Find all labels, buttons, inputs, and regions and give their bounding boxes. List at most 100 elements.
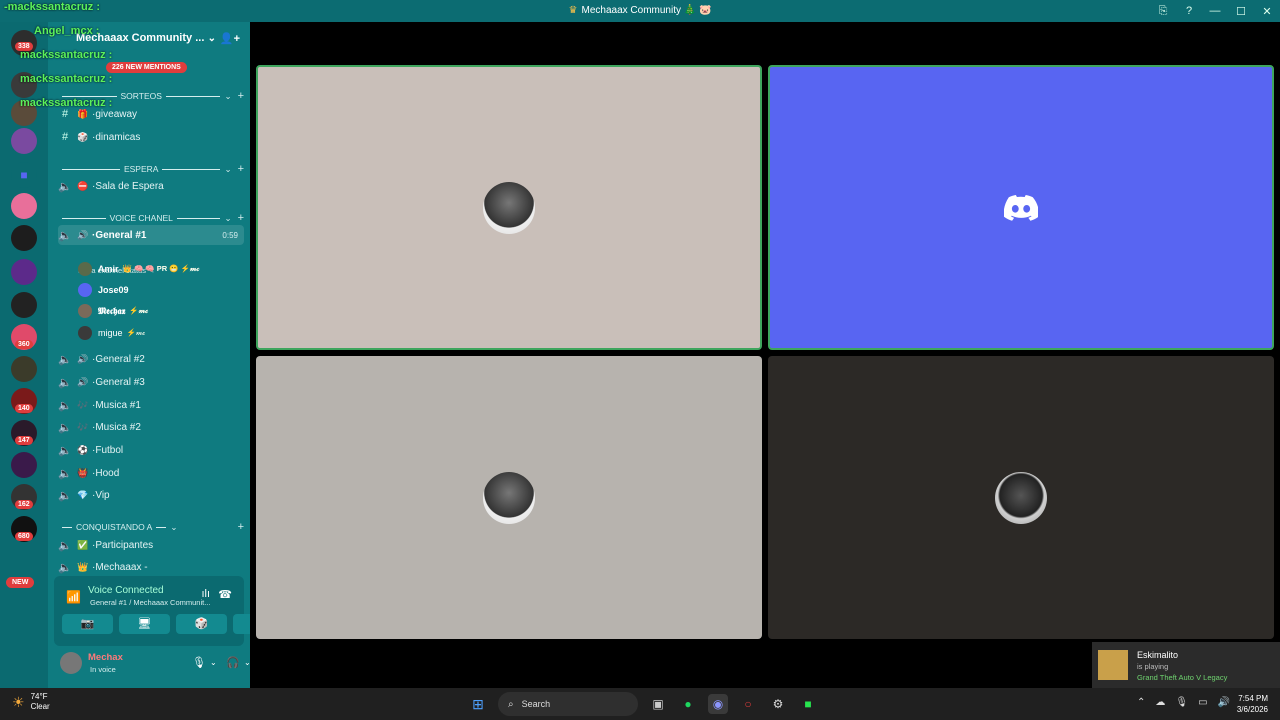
discord-icon[interactable]: ◉ bbox=[708, 694, 728, 714]
chevron-down-icon: ⌄ bbox=[170, 521, 178, 532]
window-title-text: Mechaaax Community bbox=[581, 5, 681, 16]
search-box[interactable]: ⌕ Search bbox=[498, 692, 638, 716]
folder-icon[interactable]: ■ bbox=[11, 162, 37, 188]
hash-icon: # bbox=[61, 108, 69, 120]
add-user-icon[interactable]: 👤+ bbox=[220, 32, 240, 45]
channel-vip[interactable]: 🔈 💎 · Vip bbox=[58, 485, 244, 505]
server-icon[interactable] bbox=[11, 452, 37, 478]
channel-label: Vip bbox=[95, 489, 110, 501]
channel-label: Hood bbox=[95, 467, 120, 479]
maximize-button[interactable]: ☐ bbox=[1228, 5, 1254, 18]
channel-general-1[interactable]: 🔈 🔊 · General #1 0:59 bbox=[58, 225, 244, 245]
category-label: VOICE CHANEL bbox=[109, 213, 173, 223]
channel-general-2[interactable]: 🔈 🔊 · General #2 bbox=[58, 349, 244, 369]
voice-channel-path[interactable]: General #1 / Mechaaax Communit... bbox=[90, 598, 210, 607]
speaker-icon: 🔈 bbox=[58, 561, 72, 574]
channel-sala-de-espera[interactable]: 🔈 ⛔ · Sala de Espera bbox=[58, 176, 244, 196]
camera-button[interactable]: 📷 bbox=[62, 614, 113, 634]
task-view-icon[interactable]: ▣ bbox=[648, 694, 668, 714]
minimize-button[interactable]: — bbox=[1202, 5, 1228, 17]
clock[interactable]: 7:54 PM 3/6/2026 bbox=[1237, 693, 1268, 715]
video-tile[interactable] bbox=[768, 356, 1274, 639]
category-espera[interactable]: ESPERA ⌄ + bbox=[58, 163, 244, 175]
member-name: Jose09 bbox=[98, 285, 129, 295]
video-tile[interactable] bbox=[768, 65, 1274, 350]
video-tile[interactable] bbox=[256, 65, 762, 350]
channel-label: General #2 bbox=[95, 353, 145, 365]
overlay-chat-line: mackssantacruz : bbox=[20, 73, 113, 85]
spotify-icon[interactable]: ● bbox=[678, 694, 698, 714]
add-channel-icon[interactable]: + bbox=[238, 521, 244, 533]
cloud-icon[interactable]: ☁ bbox=[1155, 697, 1165, 708]
kick-icon[interactable]: ■ bbox=[798, 694, 818, 714]
opera-icon[interactable]: ○ bbox=[738, 694, 758, 714]
voice-connected-label[interactable]: Voice Connected bbox=[88, 585, 164, 596]
steam-icon[interactable]: ⚙ bbox=[768, 694, 788, 714]
chevron-down-icon[interactable]: ⌄ bbox=[208, 33, 216, 44]
username[interactable]: Mechax bbox=[88, 652, 123, 663]
noise-suppression-icon[interactable]: ılı bbox=[201, 588, 210, 600]
speaker-icon: 🔈 bbox=[58, 376, 72, 389]
channel-participantes[interactable]: 🔈 ✅ · Participantes bbox=[58, 535, 244, 555]
new-mentions-pill[interactable]: 226 NEW MENTIONS bbox=[106, 62, 187, 73]
screen-share-button[interactable]: 🖥 bbox=[119, 614, 170, 634]
chevron-up-icon[interactable]: ⌃ bbox=[1137, 697, 1145, 708]
channel-futbol[interactable]: 🔈 ⚽ · Futbol bbox=[58, 440, 244, 460]
add-channel-icon[interactable]: + bbox=[238, 163, 244, 175]
chevron-down-icon[interactable]: ⌄ bbox=[210, 658, 217, 667]
network-icon[interactable]: ▭ bbox=[1198, 697, 1207, 708]
close-button[interactable]: ✕ bbox=[1254, 5, 1280, 18]
server-icon[interactable] bbox=[11, 193, 37, 219]
signal-icon[interactable]: 📶 bbox=[66, 590, 81, 604]
user-panel: Mechax In voice 🎙 ⌄ 🎧 ⌄ ⚙ bbox=[54, 648, 276, 684]
channel-label: General #3 bbox=[95, 376, 145, 388]
server-icon[interactable] bbox=[11, 292, 37, 318]
channel-musica-2[interactable]: 🔈 🎶 · Musica #2 bbox=[58, 417, 244, 437]
add-channel-icon[interactable]: + bbox=[238, 212, 244, 224]
activity-notification[interactable]: Eskimalito is playing Grand Theft Auto V… bbox=[1092, 642, 1280, 688]
channel-musica-1[interactable]: 🔈 🎶 · Musica #1 bbox=[58, 395, 244, 415]
channel-hood[interactable]: 🔈 👹 · Hood bbox=[58, 463, 244, 483]
window-controls: ⎘ ? — ☐ ✕ bbox=[1150, 0, 1280, 22]
disconnect-icon[interactable]: ☎ bbox=[218, 588, 232, 601]
voice-member[interactable]: migue ⚡𝓂𝒸 bbox=[78, 324, 145, 342]
server-icon[interactable] bbox=[11, 356, 37, 382]
server-badge: 680 bbox=[15, 532, 33, 541]
discord-logo-icon bbox=[1004, 194, 1038, 221]
weather-widget[interactable]: ☀ 74°F Clear bbox=[12, 692, 50, 712]
volume-icon[interactable]: 🔊 bbox=[1218, 697, 1230, 708]
channel-emoji: 🎁 bbox=[77, 108, 89, 119]
inbox-icon[interactable]: ⎘ bbox=[1150, 5, 1176, 18]
voice-member[interactable]: Amir 👑 🧠 🧠 PR 😬 ⚡𝓂𝒸 bbox=[78, 260, 199, 278]
chevron-down-icon: ⌄ bbox=[224, 90, 232, 101]
server-icon[interactable] bbox=[11, 259, 37, 285]
category-voice-chanel[interactable]: VOICE CHANEL ⌄ + bbox=[58, 212, 244, 224]
category-conquistando[interactable]: CONQUISTANDO A ⌄ + bbox=[58, 521, 244, 533]
divider bbox=[62, 217, 106, 219]
start-icon[interactable]: ⊞ bbox=[468, 694, 488, 714]
video-tile[interactable] bbox=[256, 356, 762, 639]
help-icon[interactable]: ? bbox=[1176, 5, 1202, 17]
voice-member[interactable]: Jose09 bbox=[78, 281, 133, 299]
headphones-icon[interactable]: 🎧 bbox=[226, 656, 240, 669]
avatar bbox=[78, 262, 92, 276]
microphone-icon[interactable]: 🎙 bbox=[1175, 697, 1188, 708]
speaker-icon: 🔈 bbox=[58, 539, 72, 552]
server-icon[interactable] bbox=[11, 128, 37, 154]
avatar[interactable] bbox=[60, 652, 82, 674]
microphone-icon[interactable]: 🎙 bbox=[192, 656, 206, 669]
overlay-chat-line: mackssantacruz : bbox=[20, 97, 113, 109]
channel-emoji: 🔊 bbox=[77, 353, 89, 364]
voice-member[interactable]: 𝕸𝖊𝖈𝖍𝖆𝖝 ⚡𝓂𝒸 bbox=[78, 302, 148, 320]
weather-text: 74°F Clear bbox=[31, 692, 50, 712]
channel-general-3[interactable]: 🔈 🔊 · General #3 bbox=[58, 372, 244, 392]
activities-button[interactable]: 🎲 bbox=[176, 614, 227, 634]
channel-mechaaax[interactable]: 🔈 👑 · Mechaaax - bbox=[58, 557, 244, 577]
video-stage bbox=[250, 22, 1280, 688]
discord-window: ♛ Mechaaax Community 🎄 🐷 ⎘ ? — ☐ ✕ 338 ■ … bbox=[0, 0, 1280, 720]
server-icon[interactable] bbox=[11, 225, 37, 251]
channel-dinamicas[interactable]: # 🎲 · dinamicas bbox=[58, 127, 244, 147]
overlay-chat-line: mackssantacruz : bbox=[20, 49, 113, 61]
add-channel-icon[interactable]: + bbox=[238, 90, 244, 102]
channel-emoji: 🔊 bbox=[77, 229, 89, 240]
